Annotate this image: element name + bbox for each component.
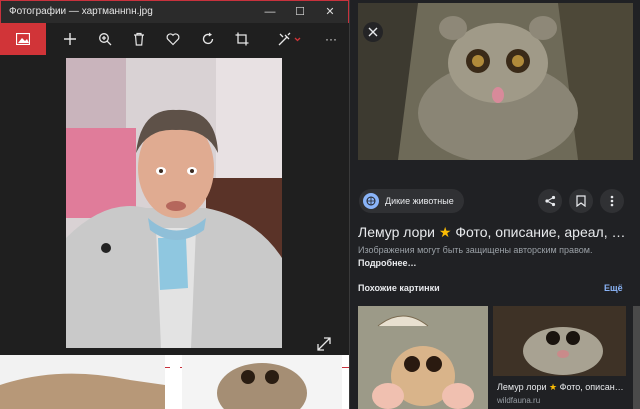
window-title: Фотографии — хартманнnн.jpg: [9, 6, 153, 17]
thumbnail-strip: [0, 355, 349, 409]
photos-viewer-window: Фотографии — хартманнnн.jpg — ☐ ✕ ···: [0, 0, 349, 409]
photo-canvas: [0, 55, 349, 355]
app-photos-icon[interactable]: [0, 23, 46, 55]
similar-thumbnail[interactable]: [358, 306, 488, 409]
similar-source: wildfauna.ru: [497, 396, 541, 405]
chip-label: Дикие животные: [385, 196, 454, 206]
minimize-button[interactable]: —: [255, 1, 285, 23]
crop-icon[interactable]: [229, 23, 255, 55]
delete-icon[interactable]: [126, 23, 152, 55]
caption-name: Лемур лори: [497, 382, 547, 392]
heart-icon[interactable]: [160, 23, 186, 55]
star-icon: ★: [549, 382, 558, 392]
next-thumbnail-edge[interactable]: [633, 306, 640, 409]
rotate-icon[interactable]: [195, 23, 221, 55]
title-bar[interactable]: Фотографии — хартманнnн.jpg — ☐ ✕: [0, 0, 349, 23]
share-icon[interactable]: [538, 189, 562, 213]
similar-caption[interactable]: Лемур лори ★ Фото, описан…: [497, 382, 633, 393]
category-chip[interactable]: Дикие животные: [359, 189, 464, 213]
thumbnail-previews[interactable]: [0, 355, 349, 409]
fullscreen-expand-icon[interactable]: [313, 333, 335, 355]
heading-title: Лемур лори: [358, 224, 435, 240]
selfie-photo[interactable]: [66, 58, 282, 348]
bookmark-icon[interactable]: [569, 189, 593, 213]
caption-suffix: Фото, описан…: [559, 382, 624, 392]
copyright-text: Изображения могут быть защищены авторски…: [358, 245, 593, 255]
lemur-hero-image[interactable]: [358, 3, 633, 160]
more-icon[interactable]: ···: [318, 23, 344, 55]
similar-thumbnail[interactable]: [493, 306, 626, 376]
star-icon: ★: [438, 224, 452, 240]
add-icon[interactable]: [57, 23, 83, 55]
close-window-button[interactable]: ✕: [315, 1, 345, 23]
heading-suffix: Фото, описание, ареал, …: [455, 224, 626, 240]
viewer-toolbar: ···: [0, 23, 349, 55]
more-options-icon[interactable]: [600, 189, 624, 213]
copyright-notice: Изображения могут быть защищены авторски…: [358, 244, 620, 270]
result-heading[interactable]: Лемур лори ★ Фото, описание, ареал, …: [358, 224, 625, 241]
close-icon[interactable]: [363, 22, 383, 42]
maximize-button[interactable]: ☐: [285, 1, 315, 23]
similar-images-title: Похожие картинки: [358, 283, 440, 293]
edit-icon[interactable]: [275, 23, 305, 55]
image-search-panel: Дикие животные Лемур лори ★ Фото, описан…: [349, 0, 640, 409]
globe-icon: [363, 193, 379, 209]
similar-more-link[interactable]: Ещё: [604, 283, 623, 293]
copyright-more-link[interactable]: Подробнее…: [358, 258, 417, 268]
zoom-icon[interactable]: [92, 23, 118, 55]
